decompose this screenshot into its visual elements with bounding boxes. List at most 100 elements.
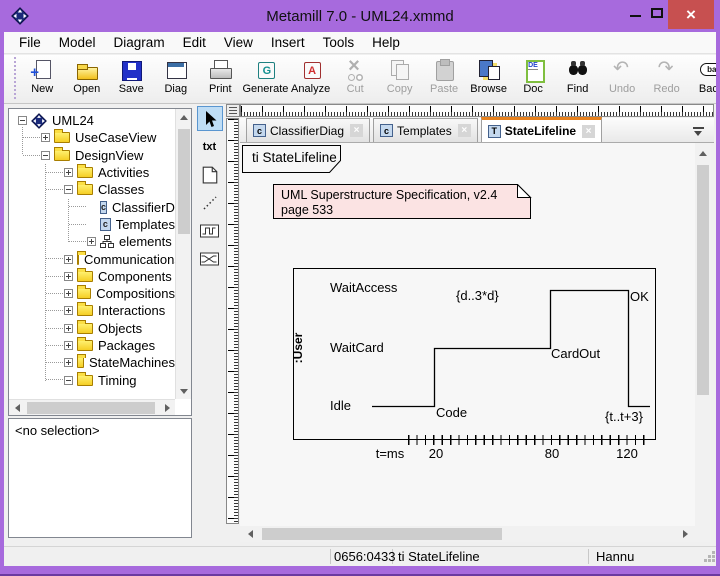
resize-grip[interactable]: [712, 551, 715, 554]
toolbar-button-label: Undo: [609, 83, 635, 95]
toolbar-button[interactable]: Browse: [466, 55, 511, 103]
canvas-scroll-right-icon[interactable]: [677, 526, 693, 542]
canvas-vertical-scrollbar[interactable]: [695, 143, 711, 526]
toolbar-button[interactable]: Doc: [511, 55, 556, 103]
tree-item[interactable]: Activities: [10, 164, 175, 181]
tree-expander-icon[interactable]: [41, 151, 50, 160]
diagram-tab[interactable]: StateLifeline: [481, 117, 602, 142]
tab-close-icon[interactable]: [582, 125, 595, 138]
toolbar-button-label: Generate: [243, 83, 289, 95]
toolbar-button[interactable]: Cut: [333, 55, 378, 103]
tree-item[interactable]: ClassifierDiag: [10, 198, 175, 215]
tab-label: Templates: [397, 124, 452, 138]
scroll-right-icon[interactable]: [159, 400, 175, 416]
text-tool[interactable]: txt: [197, 134, 223, 159]
tree-expander-icon[interactable]: [18, 116, 27, 125]
tree-item[interactable]: Classes: [10, 181, 175, 198]
tool-palette: txt: [196, 106, 223, 274]
toolbar-button[interactable]: Find: [555, 55, 600, 103]
tree-item[interactable]: Timing: [10, 371, 175, 388]
tree-item[interactable]: UseCaseView: [10, 129, 175, 146]
canvas-scroll-left-icon[interactable]: [242, 526, 258, 542]
state-lifeline-tool[interactable]: [197, 218, 223, 243]
vertical-ruler: [226, 118, 239, 524]
tree-horizontal-scrollbar[interactable]: [9, 399, 175, 415]
tab-label: StateLifeline: [505, 124, 576, 138]
select-tool[interactable]: [197, 106, 223, 131]
tree-expander-icon[interactable]: [64, 341, 73, 350]
canvas-horizontal-scrollbar[interactable]: [240, 526, 695, 542]
toolbar-button[interactable]: Save: [109, 55, 154, 103]
menu-item[interactable]: Help: [363, 33, 409, 52]
tab-close-icon[interactable]: [458, 124, 471, 137]
toolbar-button[interactable]: Open: [65, 55, 110, 103]
tree-item[interactable]: Objects: [10, 320, 175, 337]
menu-item[interactable]: Edit: [174, 33, 215, 52]
folder-icon: [54, 150, 70, 161]
diagram-tab[interactable]: ClassifierDiag: [246, 118, 370, 142]
toolbar-button[interactable]: Undo: [600, 55, 645, 103]
toolbar-button[interactable]: Back: [689, 55, 716, 103]
close-button[interactable]: ×: [668, 0, 714, 29]
toolbar-button[interactable]: Print: [198, 55, 243, 103]
tree-expander-icon[interactable]: [64, 324, 73, 333]
tree-item[interactable]: elements: [10, 233, 175, 250]
diagram-tab[interactable]: Templates: [373, 118, 478, 142]
minimize-button[interactable]: [630, 15, 641, 17]
canvas-vscroll-thumb[interactable]: [697, 165, 709, 395]
maximize-button[interactable]: [651, 8, 663, 18]
toolbar-button[interactable]: Analyze: [288, 55, 333, 103]
tree-expander-icon[interactable]: [64, 289, 73, 298]
tree-expander-icon[interactable]: [87, 237, 96, 246]
tree-vscroll-thumb[interactable]: [178, 129, 190, 234]
toolbar-button[interactable]: Paste: [422, 55, 467, 103]
toolbar-button[interactable]: Copy: [377, 55, 422, 103]
tree-expander-icon[interactable]: [64, 358, 73, 367]
menu-item[interactable]: View: [215, 33, 262, 52]
note-tool[interactable]: [197, 162, 223, 187]
menu-item[interactable]: Tools: [314, 33, 364, 52]
tree-vertical-scrollbar[interactable]: [175, 109, 191, 399]
folder-icon: [54, 132, 70, 143]
tree-item[interactable]: Templates: [10, 216, 175, 233]
canvas-hscroll-thumb[interactable]: [262, 528, 502, 540]
tree-item[interactable]: Communications: [10, 250, 175, 267]
diagram-text-label: WaitCard: [330, 340, 384, 355]
tree-expander-icon[interactable]: [64, 185, 73, 194]
tree-hscroll-thumb[interactable]: [27, 402, 155, 414]
tree-item[interactable]: StateMachines: [10, 354, 175, 371]
tab-list-chevron-icon[interactable]: [693, 127, 704, 136]
toolbar-button[interactable]: Generate: [243, 55, 289, 103]
tree-expander-icon[interactable]: [64, 255, 73, 264]
scroll-up-icon[interactable]: [176, 109, 192, 125]
toolbar-button[interactable]: New: [20, 55, 65, 103]
tree-item[interactable]: DesignView: [10, 147, 175, 164]
toolbar-button[interactable]: Redo: [644, 55, 689, 103]
menu-item[interactable]: Model: [50, 33, 105, 52]
toolbar-drag-handle[interactable]: [14, 57, 16, 99]
tree-expander-icon[interactable]: [64, 306, 73, 315]
ruler-origin-box[interactable]: [226, 104, 240, 117]
scroll-left-icon[interactable]: [9, 400, 25, 416]
tree-item[interactable]: Interactions: [10, 302, 175, 319]
menu-item[interactable]: File: [10, 33, 50, 52]
toolbar-button[interactable]: Diag: [154, 55, 199, 103]
time-axis-ticks: [408, 435, 651, 445]
tree-expander-icon[interactable]: [64, 168, 73, 177]
tree-expander-icon[interactable]: [64, 272, 73, 281]
tab-close-icon[interactable]: [350, 124, 363, 137]
scroll-down-icon[interactable]: [176, 383, 192, 399]
menu-item[interactable]: Insert: [262, 33, 314, 52]
tree-expander-icon[interactable]: [41, 133, 50, 142]
toolbar-button-icon: [521, 58, 545, 82]
menu-item[interactable]: Diagram: [105, 33, 174, 52]
value-lifeline-tool[interactable]: [197, 246, 223, 271]
anchor-line-tool[interactable]: [197, 190, 223, 215]
tree-item[interactable]: UML24: [10, 112, 175, 129]
tree-item[interactable]: Components: [10, 268, 175, 285]
tree-item[interactable]: Packages: [10, 337, 175, 354]
canvas-scroll-up-icon[interactable]: [695, 145, 711, 161]
tree-expander-icon[interactable]: [64, 376, 73, 385]
diagram-canvas[interactable]: ti StateLifeline UML Superstructure Spec…: [240, 143, 695, 526]
tree-item[interactable]: Compositions: [10, 285, 175, 302]
